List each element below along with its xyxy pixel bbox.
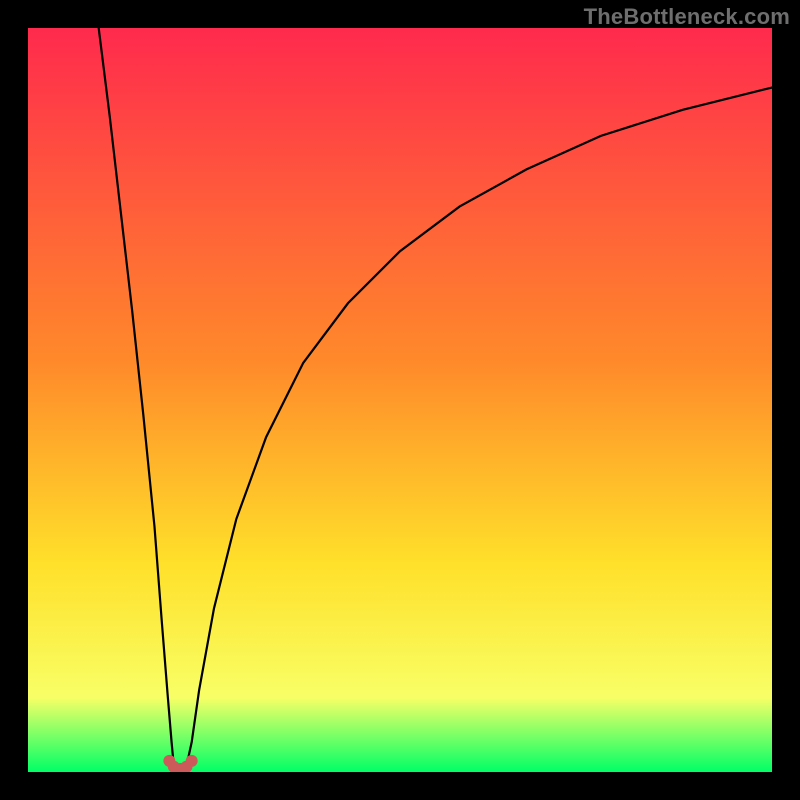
frame-left: [0, 0, 28, 800]
frame-bottom: [0, 772, 800, 800]
valley-dot: [186, 755, 198, 767]
watermark-label: TheBottleneck.com: [584, 4, 790, 30]
chart-svg: [0, 0, 800, 800]
chart-canvas: TheBottleneck.com: [0, 0, 800, 800]
plot-background: [28, 28, 772, 772]
frame-right: [772, 0, 800, 800]
